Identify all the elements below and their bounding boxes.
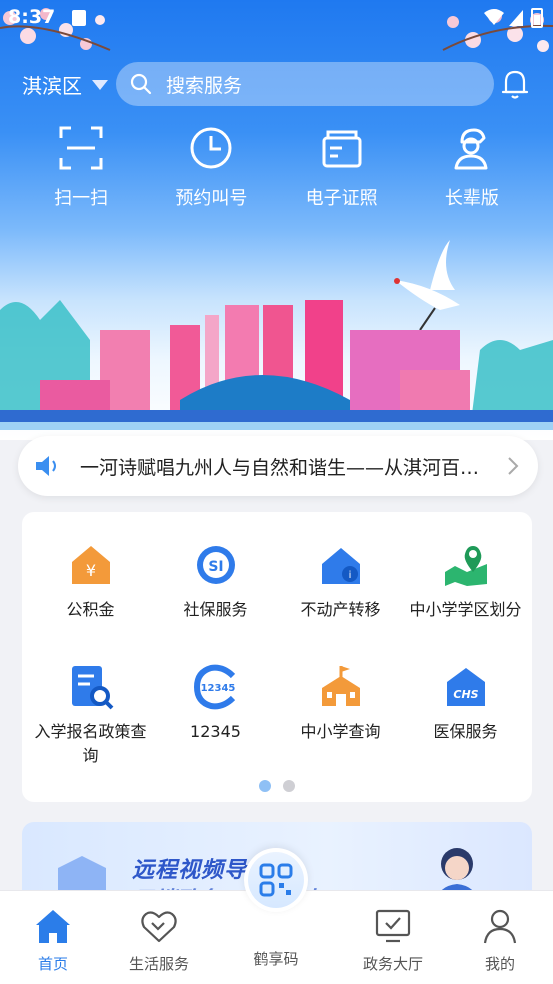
service-school-district[interactable]: 中小学学区划分	[402, 542, 529, 622]
tab-gov-hall[interactable]: 政务大厅	[348, 891, 438, 984]
quick-certificate-label: 电子证照	[305, 188, 378, 209]
hero-banner: 8:37 淇滨区 搜索服务 扫一扫 预约叫号 电子证照 长辈版	[0, 0, 553, 440]
region-label: 淇滨区	[22, 74, 82, 98]
svg-text:i: i	[348, 570, 351, 581]
service-school-query[interactable]: 中小学查询	[277, 664, 404, 744]
search-placeholder: 搜索服务	[166, 74, 243, 97]
qr-code-icon	[259, 863, 293, 897]
school-icon	[321, 666, 360, 706]
quick-scan[interactable]: 扫一扫	[21, 124, 141, 210]
sim-icon	[72, 10, 86, 26]
quick-elder[interactable]: 长辈版	[412, 124, 532, 210]
city-skyline-illustration	[0, 240, 553, 430]
tab-life-services-label: 生活服务	[128, 955, 189, 973]
svg-text:SI: SI	[208, 559, 223, 575]
service-label: 医保服务	[433, 722, 498, 741]
tab-mine-label: 我的	[484, 955, 515, 973]
pager-dot[interactable]	[283, 780, 295, 792]
qr-button-inner	[248, 852, 304, 908]
real-estate-icon: i	[321, 548, 360, 584]
signal-icon	[509, 10, 523, 26]
tab-home-label: 首页	[37, 955, 68, 973]
service-label: 社保服务	[183, 600, 248, 619]
service-12345[interactable]: 12345 12345	[152, 664, 279, 744]
tab-life-services[interactable]: 生活服务	[114, 891, 204, 984]
tab-qr-code[interactable]	[244, 848, 308, 912]
doc-search-icon	[71, 666, 113, 710]
tab-gov-hall-label: 政务大厅	[362, 955, 423, 973]
wifi-icon	[484, 9, 504, 25]
svg-text:¥: ¥	[85, 561, 95, 580]
service-label: 公积金	[66, 600, 115, 619]
home-icon	[36, 910, 70, 943]
speaker-icon	[36, 456, 56, 476]
hotline-12345-icon: 12345	[193, 664, 235, 710]
svg-text:12345: 12345	[200, 683, 235, 694]
quick-actions: 扫一扫 预约叫号 电子证照 长辈版	[0, 124, 553, 210]
service-label: 入学报名政策查询	[34, 722, 147, 765]
quick-elder-label: 长辈版	[444, 188, 499, 209]
monitor-check-icon	[375, 909, 411, 943]
services-grid: ¥ 公积金 SI 社保服务 i 不动产转移 中小学学区划分 入学报名政策查询 1…	[22, 512, 532, 802]
caret-down-icon	[92, 79, 108, 90]
pager-dots	[22, 780, 532, 792]
clock-icon	[190, 127, 232, 169]
search-input[interactable]: 搜索服务	[116, 62, 494, 106]
service-label: 中小学学区划分	[409, 600, 522, 619]
service-label: 中小学查询	[300, 722, 381, 741]
status-bar: 8:37	[0, 0, 553, 38]
tab-mine[interactable]: 我的	[455, 891, 545, 984]
elder-icon	[454, 128, 488, 170]
svg-text:CHS: CHS	[453, 688, 478, 701]
user-icon	[483, 909, 517, 944]
region-selector[interactable]: 淇滨区	[22, 70, 108, 99]
crane-icon	[394, 240, 460, 331]
scan-icon	[59, 126, 103, 170]
notice-bar[interactable]: 一河诗赋唱九州人与自然和谐生——从淇河百…	[18, 436, 538, 496]
handshake-icon	[141, 911, 177, 943]
bell-icon[interactable]	[500, 68, 530, 100]
medical-insurance-icon: CHS	[446, 668, 485, 706]
quick-certificate[interactable]: 电子证照	[282, 124, 402, 210]
quick-appointment-label: 预约叫号	[175, 188, 248, 209]
service-label: 12345	[190, 722, 241, 741]
housing-fund-icon: ¥	[71, 546, 110, 584]
quick-scan-label: 扫一扫	[54, 188, 109, 209]
service-medical-insurance[interactable]: CHS 医保服务	[402, 664, 529, 744]
service-label: 不动产转移	[300, 600, 381, 619]
notice-text: 一河诗赋唱九州人与自然和谐生——从淇河百…	[80, 456, 480, 479]
tab-home[interactable]: 首页	[8, 891, 98, 984]
service-enrollment-policy[interactable]: 入学报名政策查询	[27, 664, 154, 768]
service-real-estate[interactable]: i 不动产转移	[277, 542, 404, 622]
status-time: 8:37	[8, 6, 56, 28]
search-icon	[130, 73, 152, 95]
social-security-icon: SI	[196, 546, 235, 584]
chevron-right-icon	[508, 457, 519, 475]
quick-appointment[interactable]: 预约叫号	[151, 124, 271, 210]
battery-icon	[531, 8, 543, 28]
service-social-security[interactable]: SI 社保服务	[152, 542, 279, 622]
certificate-icon	[322, 130, 362, 168]
tab-qr-code-label: 鹤享码	[253, 950, 299, 968]
map-pin-icon	[444, 546, 487, 586]
pager-dot[interactable]	[259, 780, 271, 792]
service-housing-fund[interactable]: ¥ 公积金	[27, 542, 154, 622]
